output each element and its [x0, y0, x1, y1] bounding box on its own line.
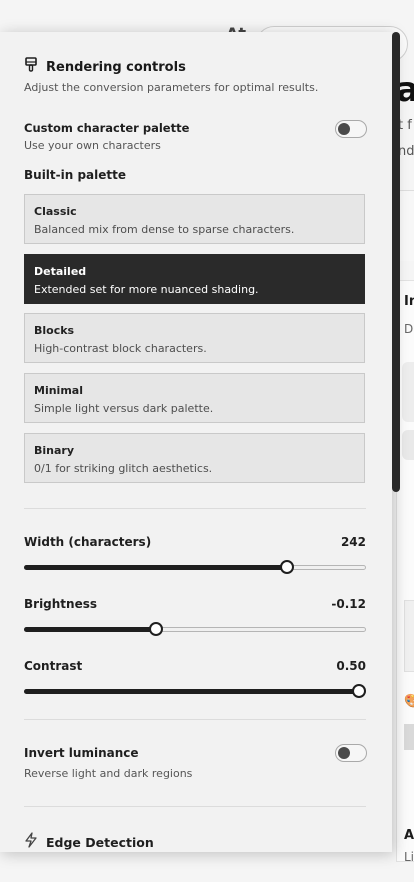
toggle-knob	[338, 123, 350, 135]
contrast-slider-label: Contrast	[24, 659, 83, 673]
palette-option-description: Simple light versus dark palette.	[34, 402, 214, 415]
panel-scrollbar[interactable]	[392, 32, 400, 492]
background-swatch	[404, 724, 414, 750]
background-title: A	[404, 828, 414, 843]
custom-palette-toggle[interactable]	[335, 120, 367, 138]
background-text-line: nd	[398, 144, 414, 159]
palette-option-detailed[interactable]: Detailed Extended set for more nuanced sh…	[24, 254, 365, 304]
invert-luminance-label: Invert luminance	[24, 746, 139, 760]
palette-option-description: Balanced mix from dense to sparse charac…	[34, 223, 295, 236]
panel-title: Rendering controls	[46, 59, 186, 75]
palette-option-name: Classic	[34, 205, 77, 218]
panel-subtitle: Adjust the conversion parameters for opt…	[24, 81, 319, 94]
edge-detection-title: Edge Detection	[46, 834, 154, 850]
palette-option-classic[interactable]: Classic Balanced mix from dense to sparse…	[24, 194, 365, 244]
contrast-slider-fill	[24, 689, 359, 694]
background-subtitle: Li	[404, 850, 414, 864]
panel-header: Rendering controls	[24, 57, 186, 77]
palette-option-binary[interactable]: Binary 0/1 for striking glitch aesthetics…	[24, 433, 365, 483]
brightness-slider-thumb[interactable]	[149, 622, 163, 636]
palette-icon: 🎨	[404, 694, 414, 709]
palette-option-description: Extended set for more nuanced shading.	[34, 283, 259, 296]
divider	[24, 508, 366, 509]
invert-luminance-toggle[interactable]	[335, 744, 367, 762]
brush-icon	[24, 57, 38, 77]
palette-option-name: Detailed	[34, 265, 87, 278]
background-box	[402, 430, 414, 460]
contrast-slider-value: 0.50	[336, 659, 366, 673]
custom-palette-description: Use your own characters	[24, 139, 161, 152]
background-card-subtitle: Dr	[404, 322, 414, 336]
palette-option-name: Minimal	[34, 384, 83, 397]
width-slider-fill	[24, 565, 287, 570]
palette-option-blocks[interactable]: Blocks High-contrast block characters.	[24, 313, 365, 363]
builtin-palette-label: Built-in palette	[24, 168, 127, 182]
background-text-line: t f	[398, 118, 412, 133]
palette-option-minimal[interactable]: Minimal Simple light versus dark palette.	[24, 373, 365, 423]
brightness-slider-label: Brightness	[24, 597, 98, 611]
brightness-slider-value: -0.12	[331, 597, 366, 611]
palette-option-description: 0/1 for striking glitch aesthetics.	[34, 462, 213, 475]
width-slider-label: Width (characters)	[24, 535, 152, 549]
divider	[24, 806, 366, 807]
background-box	[402, 362, 414, 422]
palette-option-description: High-contrast block characters.	[34, 342, 207, 355]
custom-palette-label: Custom character palette	[24, 121, 190, 135]
palette-option-name: Binary	[34, 444, 75, 457]
background-card-title: In	[404, 294, 414, 309]
divider	[24, 719, 366, 720]
invert-luminance-description: Reverse light and dark regions	[24, 767, 193, 780]
brightness-slider-fill	[24, 627, 156, 632]
edge-detection-header[interactable]: Edge Detection	[24, 832, 154, 852]
palette-option-name: Blocks	[34, 324, 75, 337]
background-box	[404, 600, 414, 672]
width-slider-thumb[interactable]	[280, 560, 294, 574]
toggle-knob	[338, 747, 350, 759]
contrast-slider-thumb[interactable]	[352, 684, 366, 698]
lightning-icon	[24, 832, 38, 852]
width-slider-value: 242	[340, 535, 366, 549]
